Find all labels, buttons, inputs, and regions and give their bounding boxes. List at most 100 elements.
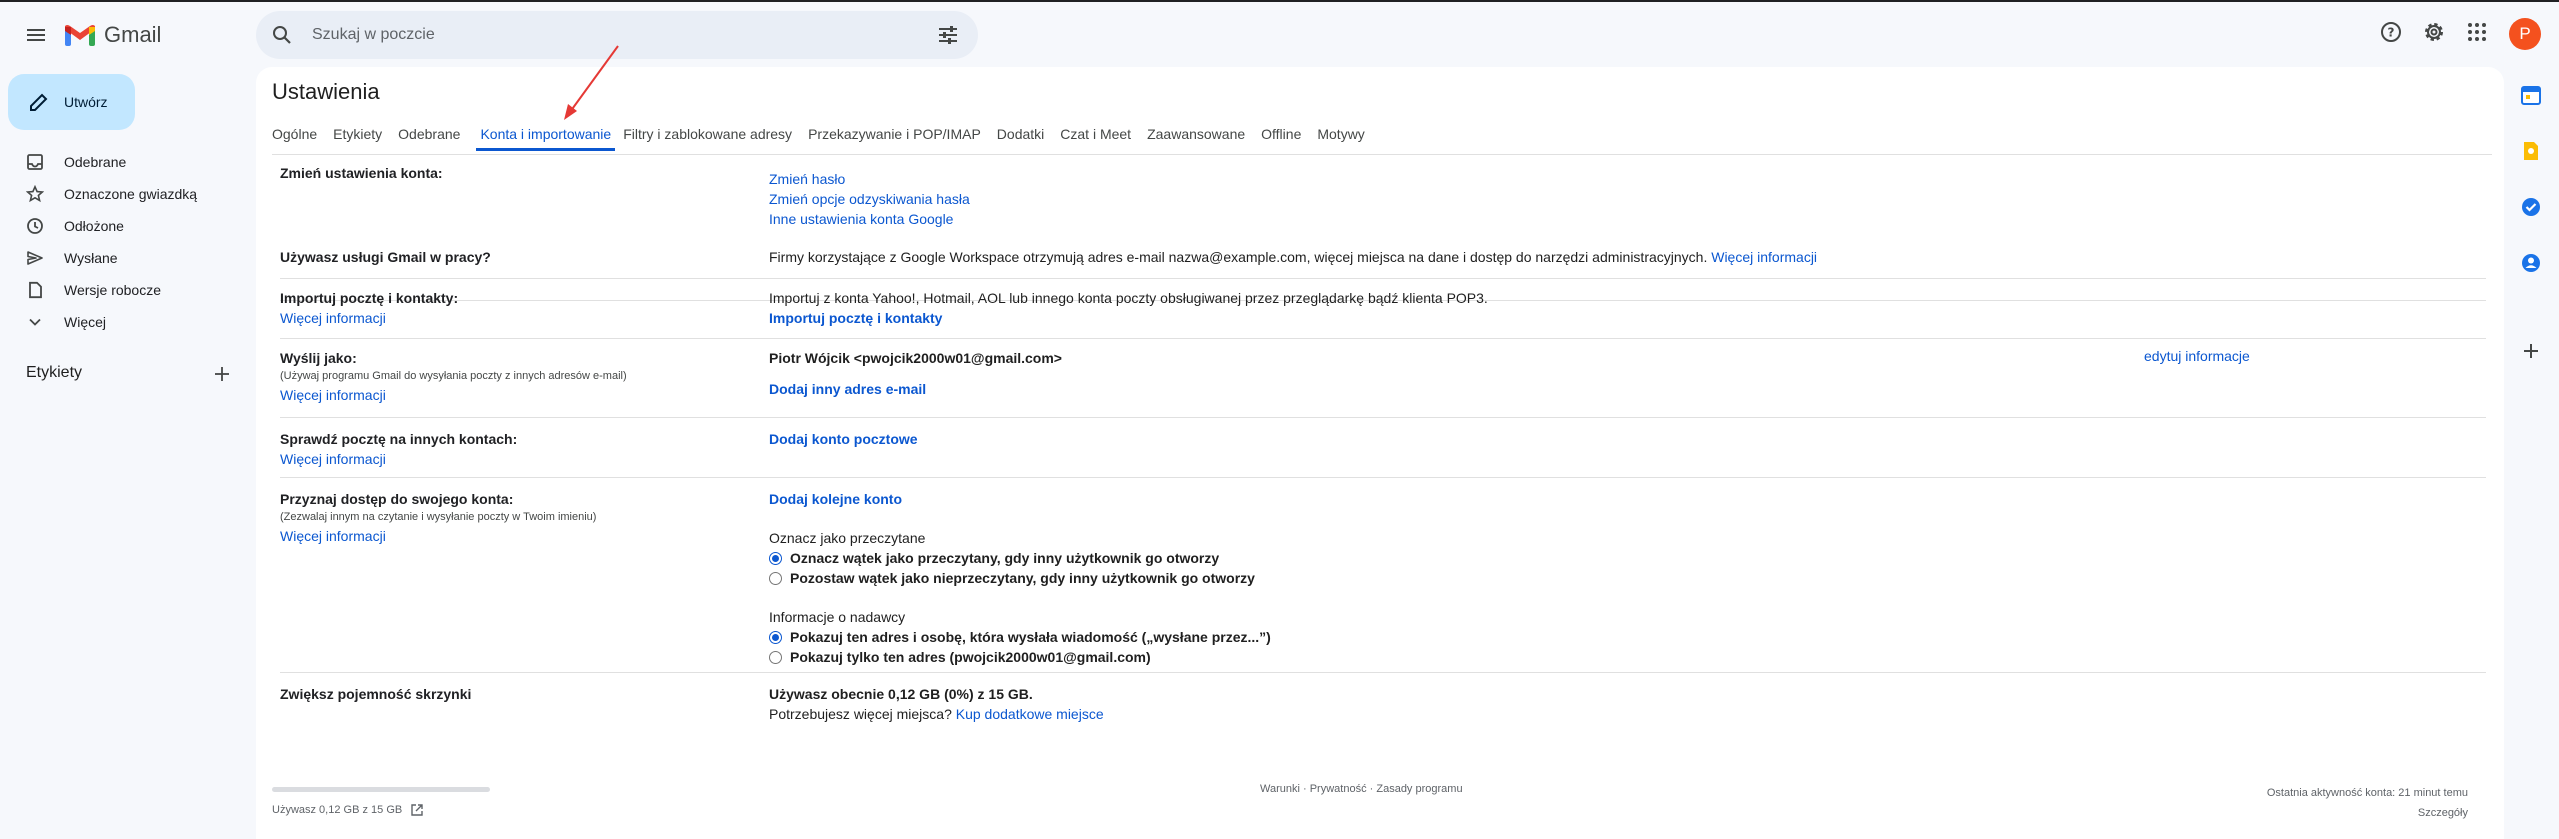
nav-item-drafts[interactable]: Wersje robocze (0, 274, 240, 306)
radio-selected[interactable] (769, 630, 782, 644)
calendar-icon[interactable] (2520, 84, 2542, 106)
row-grant-access: Przyznaj dostęp do swojego konta: (Zezwa… (280, 478, 2486, 673)
separator: · (1366, 783, 1377, 795)
send-as-sublabel: (Używaj programu Gmail do wysyłania pocz… (280, 370, 627, 382)
row-storage: Zwiększ pojemność skrzynki Używasz obecn… (280, 673, 2486, 723)
menu-icon (27, 29, 45, 41)
row-workspace: Używasz usługi Gmail w pracy? Firmy korz… (280, 238, 2486, 279)
account-avatar[interactable]: P (2509, 18, 2541, 50)
app-name: Gmail (104, 22, 162, 47)
check-mail-more-link[interactable]: Więcej informacji (280, 449, 740, 469)
details-link[interactable]: Szczegóły (2267, 803, 2468, 823)
last-activity: Ostatnia aktywność konta: 21 minut temu … (2267, 783, 2468, 823)
row-send-as: Wyślij jako: (Używaj programu Gmail do w… (280, 339, 2486, 418)
sender-info-option-2-label: Pokazuj tylko ten adres (pwojcik2000w01@… (790, 649, 1151, 665)
search-icon[interactable] (270, 23, 294, 47)
change-password-link[interactable]: Zmień hasło (769, 169, 2469, 189)
nav-item-sent[interactable]: Wysłane (0, 242, 240, 274)
tab-labels[interactable]: Etykiety (333, 119, 390, 151)
storage-footer: Używasz 0,12 GB z 15 GB (272, 803, 424, 817)
nav-item-inbox[interactable]: Odebrane (0, 146, 240, 178)
tab-forwarding[interactable]: Przekazywanie i POP/IMAP (808, 119, 989, 151)
sender-info-title: Informacje o nadawcy (769, 609, 906, 625)
annotation-arrow-icon (564, 45, 619, 120)
tasks-icon[interactable] (2520, 196, 2542, 218)
storage-label: Zwiększ pojemność skrzynki (280, 686, 472, 702)
mark-read-option-2[interactable]: Pozostaw wątek jako nieprzeczytany, gdy … (769, 568, 2469, 588)
grant-access-sublabel: (Zezwalaj innym na czytanie i wysyłanie … (280, 511, 597, 523)
radio-selected[interactable] (769, 551, 782, 565)
mark-read-option-2-label: Pozostaw wątek jako nieprzeczytany, gdy … (790, 570, 1255, 586)
send-as-label: Wyślij jako: (280, 350, 357, 366)
apps-grid-icon[interactable] (2464, 19, 2490, 45)
tab-filters[interactable]: Filtry i zablokowane adresy (623, 119, 800, 151)
contacts-icon[interactable] (2520, 252, 2542, 274)
inbox-icon (27, 154, 43, 170)
pencil-icon (30, 93, 48, 111)
sender-info-option-1-label: Pokazuj ten adres i osobę, która wysłała… (790, 629, 1271, 645)
import-label: Importuj pocztę i kontakty: (280, 290, 459, 306)
buy-storage-link[interactable]: Kup dodatkowe miejsce (956, 706, 1104, 722)
separator: · (1299, 783, 1310, 795)
page-title: Ustawienia (272, 79, 380, 104)
google-account-settings-link[interactable]: Inne ustawienia konta Google (769, 209, 2469, 229)
import-text: Importuj z konta Yahoo!, Hotmail, AOL lu… (769, 290, 1488, 306)
nav-label-drafts: Wersje robocze (64, 282, 162, 298)
app-header: Gmail ? P (0, 2, 2559, 66)
last-activity-text: Ostatnia aktywność konta: 21 minut temu (2266, 787, 2468, 799)
send-icon (27, 251, 43, 265)
tab-advanced[interactable]: Zaawansowane (1147, 119, 1253, 151)
storage-need-text: Potrzebujesz więcej miejsca? (769, 706, 952, 722)
tab-themes[interactable]: Motywy (1317, 119, 1372, 151)
send-as-more-link[interactable]: Więcej informacji (280, 385, 740, 405)
draft-icon (29, 281, 42, 299)
nav-item-starred[interactable]: Oznaczone gwiazdką (0, 178, 240, 210)
import-more-link[interactable]: Więcej informacji (280, 308, 740, 328)
tab-general[interactable]: Ogólne (272, 119, 325, 151)
tab-chat-meet[interactable]: Czat i Meet (1060, 119, 1139, 151)
help-icon[interactable]: ? (2378, 19, 2404, 45)
program-policies-link[interactable]: Zasady programu (1376, 783, 1462, 795)
sender-info-option-2[interactable]: Pokazuj tylko ten adres (pwojcik2000w01@… (769, 647, 2469, 667)
sender-info-option-1[interactable]: Pokazuj ten adres i osobę, która wysłała… (769, 627, 2469, 647)
svg-text:?: ? (2388, 26, 2395, 40)
gmail-logo[interactable]: Gmail (64, 20, 161, 50)
star-icon (26, 185, 44, 203)
nav-label-more: Więcej (64, 314, 107, 330)
add-addon-plus-icon[interactable] (2520, 340, 2542, 362)
chevron-down-icon (29, 318, 41, 326)
footer-links: Warunki · Prywatność · Zasady programu (1260, 783, 1463, 795)
workspace-more-link[interactable]: Więcej informacji (1711, 249, 1817, 265)
radio-unselected[interactable] (769, 650, 782, 664)
nav-label-inbox: Odebrane (64, 154, 127, 170)
nav-item-more[interactable]: Więcej (0, 306, 240, 338)
search-options-icon[interactable] (936, 23, 960, 47)
tab-addons[interactable]: Dodatki (997, 119, 1052, 151)
add-another-account-link[interactable]: Dodaj kolejne konto (769, 489, 2469, 509)
tab-inbox[interactable]: Odebrane (398, 119, 468, 151)
nav-item-snoozed[interactable]: Odłożone (0, 210, 240, 242)
check-mail-label: Sprawdź pocztę na innych kontach: (280, 431, 518, 447)
add-label-plus-icon[interactable] (212, 364, 232, 384)
storage-usage: Używasz obecnie 0,12 GB (0%) z 15 GB. (769, 686, 1033, 702)
privacy-link[interactable]: Prywatność (1310, 783, 1367, 795)
recovery-options-link[interactable]: Zmień opcje odzyskiwania hasła (769, 189, 2469, 209)
settings-gear-icon[interactable] (2421, 19, 2447, 45)
edit-info-link[interactable]: edytuj informacje (2144, 348, 2250, 364)
workspace-label: Używasz usługi Gmail w pracy? (280, 249, 491, 265)
compose-button[interactable]: Utwórz (8, 74, 135, 130)
settings-tabs: Ogólne Etykiety Odebrane Konta i importo… (272, 119, 1381, 155)
radio-unselected[interactable] (769, 571, 782, 585)
add-email-address-link[interactable]: Dodaj inny adres e-mail (769, 379, 2469, 399)
add-mail-account-link[interactable]: Dodaj konto pocztowe (769, 429, 2469, 449)
tab-offline[interactable]: Offline (1261, 119, 1309, 151)
terms-link[interactable]: Warunki (1260, 783, 1300, 795)
import-mail-contacts-link[interactable]: Importuj pocztę i kontakty (769, 308, 2469, 328)
mark-read-option-1[interactable]: Oznacz wątek jako przeczytany, gdy inny … (769, 548, 2469, 568)
mark-read-option-1-label: Oznacz wątek jako przeczytany, gdy inny … (790, 550, 1220, 566)
grant-access-more-link[interactable]: Więcej informacji (280, 526, 740, 546)
keep-icon[interactable] (2520, 140, 2542, 162)
main-menu-button[interactable] (20, 19, 52, 51)
clock-icon (27, 218, 43, 234)
open-external-icon[interactable] (410, 803, 424, 817)
